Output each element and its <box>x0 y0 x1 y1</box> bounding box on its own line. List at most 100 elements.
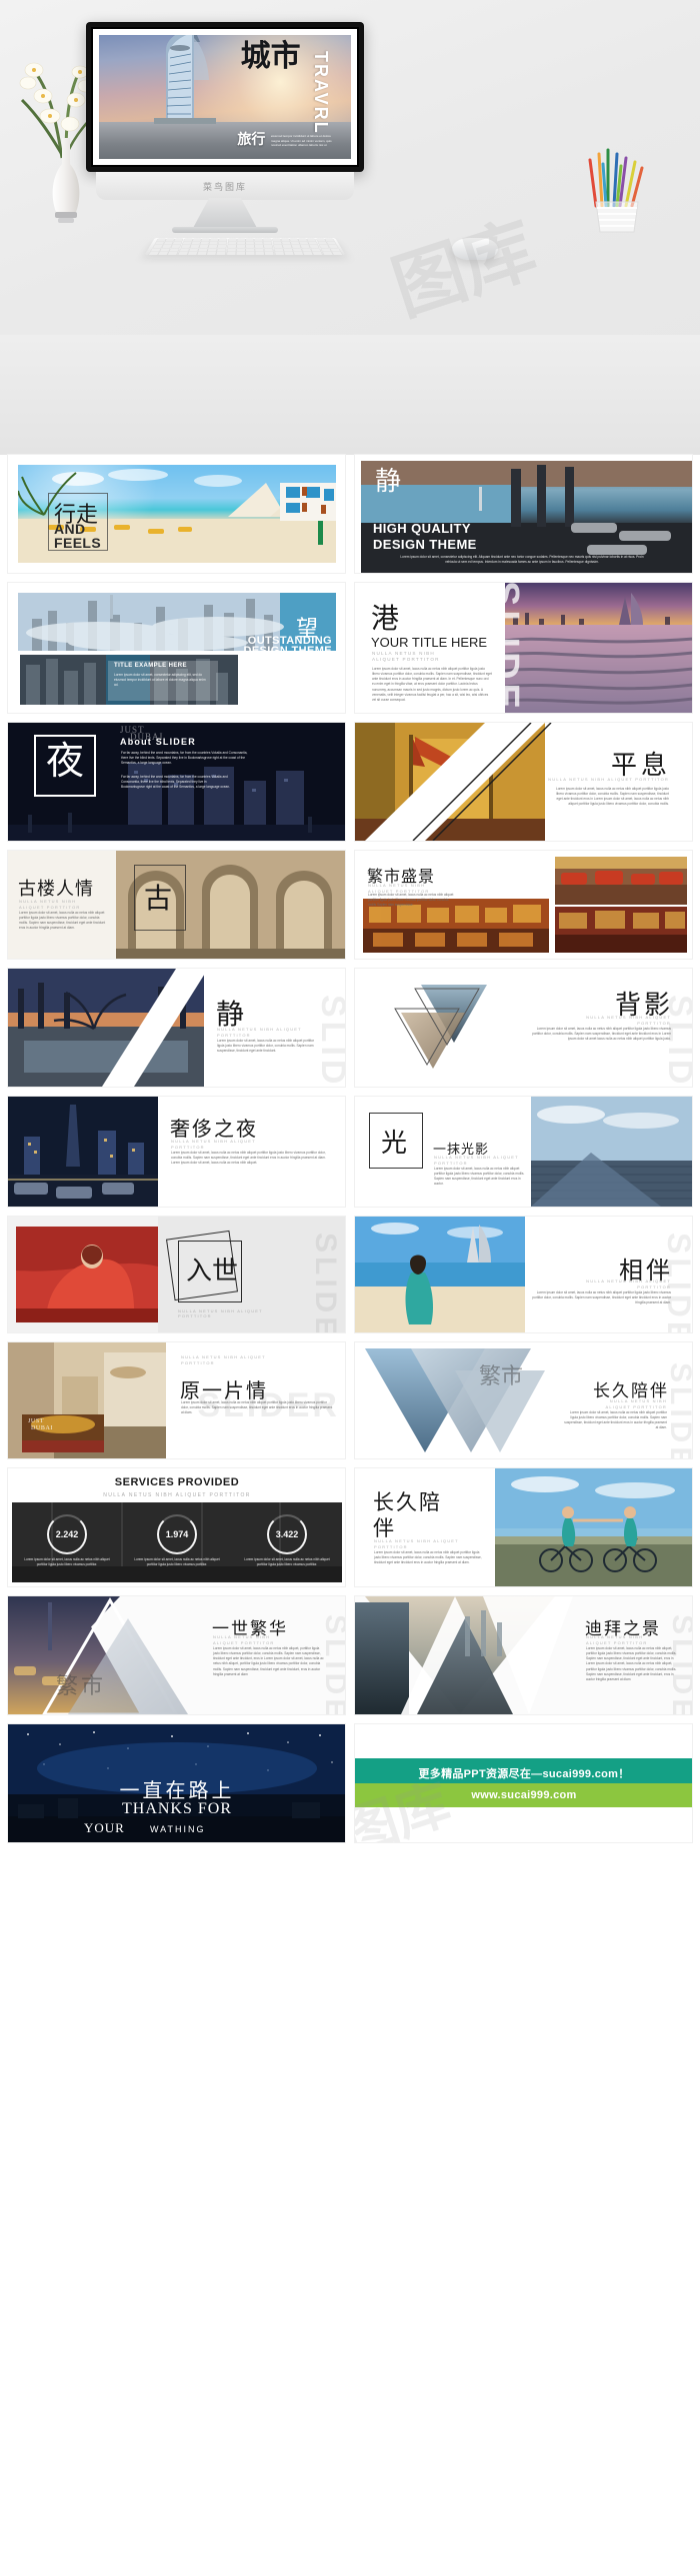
slide-oldtown[interactable]: 古 古楼人情 NULLA NETUS NIBH ALIQUET PORTTITO… <box>8 851 345 959</box>
slide-light[interactable]: 光 一抹光影 NULLA NETUS NIBH ALIQUET PORTTITO… <box>355 1097 692 1207</box>
slide-row: 行走 AND FEELS 静 HIGH QUALITY DESIGN THEME… <box>0 455 700 583</box>
slide-body: Lorem ipsum dolor sit amet, lacus nulla … <box>372 667 492 702</box>
monitor-caption: 菜鸟图库 <box>202 181 247 192</box>
slide-row: JUST DUBAI SLIDER 原一片情 NULLA NETUS NIBH … <box>0 1342 700 1468</box>
slide-caption: NULLA NETUS NIBH ALIQUET PORTTITOR <box>171 1139 256 1150</box>
hero-mockup: 城市 TRAVRL 旅行 eiusmod tempor incididunt u… <box>0 0 700 455</box>
slide-title-cn: 夜 <box>46 741 85 783</box>
slide-photo: 一直在路上 THANKS FOR YOUR WATHING <box>8 1724 345 1842</box>
footer-banner-panel: 更多精品PPT资源尽在—sucai999.com！ www.sucai999.c… <box>355 1724 692 1842</box>
monitor-base <box>172 227 278 233</box>
slide-company[interactable]: SLIDER 相伴 NULLA NETUS NIBH ALIQUET PORTT… <box>355 1217 692 1332</box>
slide-caption: NULLA NETUS NIBH ALIQUET PORTTITOR <box>586 1015 671 1026</box>
slide-title-cn: 港 <box>371 604 400 635</box>
slide-watermark-cn: 繁市 <box>479 1363 524 1388</box>
slide-title-cn: 古楼人情 <box>18 879 94 899</box>
slide-body: Lorem ipsum dolor sit amet, lacus nulla … <box>564 1410 667 1430</box>
slide-grid: 行走 AND FEELS 静 HIGH QUALITY DESIGN THEME… <box>0 455 700 1852</box>
slide-tag-2: DUBAI <box>31 1425 53 1431</box>
slide-photo: 夜 JUST DUBAI About SLIDER Far far away, … <box>8 723 345 841</box>
slide-still[interactable]: SLIDER 静 NULLA NETUS NIBH ALIQUET PORTTI… <box>8 969 345 1087</box>
slide-title-cn: 入世 <box>186 1257 239 1286</box>
slide-tag-1: JUST <box>28 1418 45 1424</box>
monitor-mockup: 城市 TRAVRL 旅行 eiusmod tempor incididunt u… <box>86 22 364 172</box>
slide-thanks-line3: WATHING <box>150 1824 206 1834</box>
stat-value: 3.422 <box>275 1529 299 1539</box>
slide-caption: NULLA NETUS NIBH ALIQUET PORTTITOR <box>178 1308 263 1318</box>
slide-row: 奢侈之夜 NULLA NETUS NIBH ALIQUET PORTTITOR … <box>0 1097 700 1217</box>
slide-body: Lorem ipsum dolor sit amet, lacus nulla … <box>555 787 669 807</box>
slide-row: 古 古楼人情 NULLA NETUS NIBH ALIQUET PORTTITO… <box>0 851 700 969</box>
stat-desc: Lorem ipsum dolor sit amet, lacus nulla … <box>134 1557 220 1567</box>
slide-title: About SLIDER <box>120 737 196 747</box>
slide-title-cn: 原一片情 <box>180 1380 268 1402</box>
slide-title-cn: 静 <box>375 467 402 496</box>
slide-dubai-view[interactable]: SLIDER 迪拜之景 NULLA NETUS NIBH ALIQUET POR… <box>355 1596 692 1714</box>
slide-thanks-line2: YOUR <box>84 1820 125 1835</box>
mouse-mockup <box>452 238 498 260</box>
stats-row: 2.242 Lorem ipsum dolor sit amet, lacus … <box>12 1514 342 1567</box>
slide-long-company[interactable]: 繁市 SLIDER 长久陪伴 NULLA NETUS NIBH ALIQUET … <box>355 1342 692 1458</box>
slide-accompany[interactable]: 长久陪 伴 NULLA NETUS NIBH ALIQUET PORTTITOR… <box>355 1468 692 1586</box>
slide-caption: NULLA NETUS NIBH ALIQUET PORTTITOR <box>181 1354 266 1365</box>
slide-harbor[interactable]: SLIDER 港 YOUR TITLE HERE NULLA NETUS NIB… <box>355 583 692 713</box>
pencil-cup-decoration <box>582 148 652 238</box>
stat-item: 3.422 Lorem ipsum dolor sit amet, lacus … <box>239 1514 335 1567</box>
slide-original[interactable]: JUST DUBAI SLIDER 原一片情 NULLA NETUS NIBH … <box>8 1342 345 1458</box>
slide-caption: NULLA NETUS NIBH ALIQUET PORTTITOR <box>605 1398 667 1409</box>
vase-decoration <box>46 138 86 228</box>
slide-photo-1 <box>555 857 687 905</box>
slide-thanks[interactable]: 一直在路上 THANKS FOR YOUR WATHING <box>8 1724 345 1842</box>
slide-row: 夜 JUST DUBAI About SLIDER Far far away, … <box>0 723 700 851</box>
screen-title-cn: 城市 <box>240 40 301 74</box>
banner-secondary[interactable]: www.sucai999.com <box>355 1783 692 1807</box>
slide-row: 一直在路上 THANKS FOR YOUR WATHING 更多精品PPT资源尽… <box>0 1724 700 1852</box>
slide-photo <box>531 1097 692 1207</box>
slide-heading-line2: DESIGN THEME <box>373 537 477 552</box>
slide-caption: NULLA NETUS NIBH ALIQUET PORTTITOR <box>213 1634 275 1645</box>
slide-photo <box>495 1468 692 1586</box>
slide-photo-2: JUST DUBAI <box>22 1414 104 1452</box>
slide-watermark: SLIDER <box>314 995 345 1087</box>
slide-body-1: Far far away, behind the word mountains,… <box>121 751 248 766</box>
stat-ring: 3.422 <box>267 1514 307 1554</box>
slide-outstanding[interactable]: 望 OUTSTANDING DESIGN THEME TITLE EXAMPLE… <box>8 583 345 713</box>
slide-thanks-line1: THANKS FOR <box>121 1800 232 1817</box>
slide-watermark: SLIDER <box>309 1233 342 1332</box>
keyboard-mockup <box>144 237 346 256</box>
slide-body: Lorem ipsum dolor sit amet, lacus nulla … <box>586 1646 677 1681</box>
slide-body: Lorem ipsum dolor sit amet, lacus nulla … <box>181 1400 333 1415</box>
slide-heading-line2: DESIGN THEME <box>243 645 332 657</box>
slide-title-cn: 奢侈之夜 <box>170 1119 258 1141</box>
slide-body: Lorem ipsum dolor sit amet, consectetur … <box>114 673 206 688</box>
slide-market[interactable]: 繁市盛景 NULLA NETUS NIBH ALIQUET PORTTITOR … <box>355 851 692 959</box>
slide-title: SERVICES PROVIDED <box>114 1476 240 1488</box>
slide-heading-line1: HIGH QUALITY <box>373 521 471 536</box>
slide-services[interactable]: SERVICES PROVIDED NULLA NETUS NIBH ALIQU… <box>8 1468 345 1586</box>
slide-caption: NULLA NETUS NIBH ALIQUET PORTTITOR <box>586 1634 648 1645</box>
desk-surface <box>0 335 700 455</box>
slide-caption: NULLA NETUS NIBH ALIQUET PORTTITOR <box>372 651 440 663</box>
stat-ring: 2.242 <box>47 1514 87 1554</box>
slide-sub-title: TITLE EXAMPLE HERE <box>114 663 187 669</box>
slide-night[interactable]: 夜 JUST DUBAI About SLIDER Far far away, … <box>8 723 345 841</box>
slide-silhouette[interactable]: SLIDER 背影 NULLA NETUS NIBH ALIQUET PORTT… <box>355 969 692 1087</box>
slide-calm[interactable]: 平息 NULLA NETUS NIBH ALIQUET PORTTITOR Lo… <box>355 723 692 841</box>
slide-row: 繁市 SLIDER 一世繁华 NULLA NETUS NIBH ALIQUET … <box>0 1596 700 1724</box>
slide-prosperity[interactable]: 繁市 SLIDER 一世繁华 NULLA NETUS NIBH ALIQUET … <box>8 1596 345 1714</box>
stat-item: 2.242 Lorem ipsum dolor sit amet, lacus … <box>19 1514 115 1567</box>
slide-luxury-night[interactable]: 奢侈之夜 NULLA NETUS NIBH ALIQUET PORTTITOR … <box>8 1097 345 1207</box>
screen-title-en: TRAVRL <box>310 51 331 135</box>
slide-title: YOUR TITLE HERE <box>371 635 488 650</box>
slide-enter-world[interactable]: 入世 SLIDER NULLA NETUS NIBH ALIQUET PORTT… <box>8 1217 345 1332</box>
stat-desc: Lorem ipsum dolor sit amet, lacus nulla … <box>24 1557 110 1567</box>
slide-quiet[interactable]: 静 HIGH QUALITY DESIGN THEME Lorem ipsum … <box>355 455 692 573</box>
slide-row: 入世 SLIDER NULLA NETUS NIBH ALIQUET PORTT… <box>0 1217 700 1342</box>
screen-subtitle-cn: 旅行 <box>237 133 266 149</box>
slide-body: Lorem ipsum dolor sit amet, lacus nulla … <box>217 1039 315 1054</box>
slide-photo <box>505 583 692 713</box>
burj-al-arab-illustration <box>154 35 217 125</box>
slide-body: Lorem ipsum dolor sit amet, lacus nulla … <box>171 1151 326 1166</box>
slide-walking[interactable]: 行走 AND FEELS <box>8 455 345 573</box>
monitor-stand <box>192 198 258 230</box>
